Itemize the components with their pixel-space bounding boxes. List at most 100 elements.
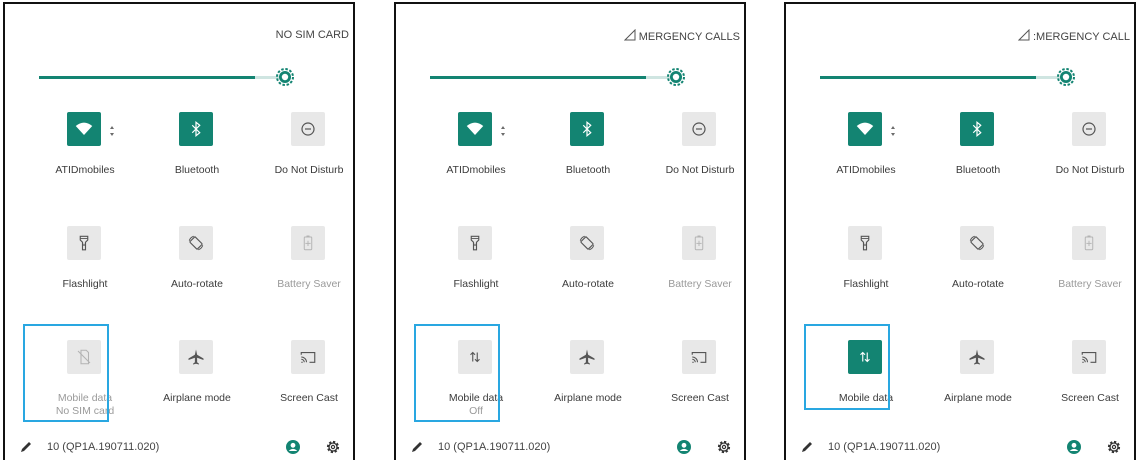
tile-label-text: Bluetooth	[565, 164, 611, 176]
screen-cast-icon[interactable]	[682, 340, 716, 374]
tile-label: ATIDmobiles	[29, 164, 141, 177]
edit-pencil-icon[interactable]	[19, 440, 33, 454]
signal-icon	[623, 28, 636, 44]
tile-screen-cast[interactable]: Screen Cast	[1034, 340, 1137, 420]
settings-gear-icon[interactable]	[716, 439, 732, 455]
tile-battery-saver[interactable]: Battery Saver	[644, 226, 756, 306]
battery-saver-icon[interactable]	[1072, 226, 1106, 260]
tile-airplane-mode[interactable]: Airplane mode	[922, 340, 1034, 420]
bluetooth-icon[interactable]	[960, 112, 994, 146]
wifi-icon[interactable]	[67, 112, 101, 146]
user-icon[interactable]	[285, 439, 301, 455]
tile-label-text: Flashlight	[843, 278, 889, 290]
tile-bluetooth[interactable]: Bluetooth	[141, 112, 253, 192]
tile-label: ATIDmobiles	[420, 164, 532, 177]
auto-rotate-icon[interactable]	[570, 226, 604, 260]
tile-do-not-disturb[interactable]: Do Not Disturb	[253, 112, 365, 192]
airplane-icon[interactable]	[179, 340, 213, 374]
tile-bluetooth[interactable]: Bluetooth	[922, 112, 1034, 192]
flashlight-icon[interactable]	[458, 226, 492, 260]
tile-label: Bluetooth	[532, 164, 644, 177]
tile-screen-cast[interactable]: Screen Cast	[644, 340, 756, 420]
wifi-icon[interactable]	[848, 112, 882, 146]
tile-flashlight[interactable]: Flashlight	[29, 226, 141, 306]
tile-auto-rotate[interactable]: Auto-rotate	[532, 226, 644, 306]
user-icon[interactable]	[676, 439, 692, 455]
auto-rotate-icon[interactable]	[179, 226, 213, 260]
expand-caret-icon[interactable]	[890, 124, 896, 136]
tile-label-text: Battery Saver	[668, 278, 732, 290]
wifi-icon[interactable]	[458, 112, 492, 146]
tile-airplane-mode[interactable]: Airplane mode	[532, 340, 644, 420]
status-text: :MERGENCY CALL	[1033, 30, 1130, 43]
do-not-disturb-icon[interactable]	[682, 112, 716, 146]
battery-saver-icon[interactable]	[682, 226, 716, 260]
quick-settings-footer: 10 (QP1A.190711.020)	[800, 436, 1128, 458]
brightness-thumb-icon[interactable]	[275, 67, 295, 87]
tile-label: Battery Saver	[1034, 278, 1137, 291]
tile-atidmobiles[interactable]: ATIDmobiles	[810, 112, 922, 192]
tile-label-text: ATIDmobiles	[446, 164, 506, 176]
tile-screen-cast[interactable]: Screen Cast	[253, 340, 365, 420]
tile-battery-saver[interactable]: Battery Saver	[253, 226, 365, 306]
build-number: 10 (QP1A.190711.020)	[438, 441, 551, 453]
tile-label-text: Battery Saver	[1058, 278, 1122, 290]
tile-auto-rotate[interactable]: Auto-rotate	[922, 226, 1034, 306]
brightness-slider[interactable]	[820, 68, 1075, 86]
brightness-slider[interactable]	[430, 68, 685, 86]
do-not-disturb-icon[interactable]	[1072, 112, 1106, 146]
tile-label: Do Not Disturb	[1034, 164, 1137, 177]
status-bar: NO SIM CARD	[276, 29, 349, 41]
tile-label-text: Flashlight	[62, 278, 108, 290]
flashlight-icon[interactable]	[67, 226, 101, 260]
tile-label-text: Screen Cast	[1061, 392, 1119, 404]
tile-flashlight[interactable]: Flashlight	[420, 226, 532, 306]
tile-airplane-mode[interactable]: Airplane mode	[141, 340, 253, 420]
do-not-disturb-icon[interactable]	[291, 112, 325, 146]
status-text: NO SIM CARD	[275, 29, 349, 41]
tile-label: Flashlight	[810, 278, 922, 291]
brightness-slider[interactable]	[39, 68, 294, 86]
bluetooth-icon[interactable]	[570, 112, 604, 146]
brightness-thumb-icon[interactable]	[666, 67, 686, 87]
settings-gear-icon[interactable]	[325, 439, 341, 455]
user-icon[interactable]	[1066, 439, 1082, 455]
screen-cast-icon[interactable]	[291, 340, 325, 374]
tile-label-text: Do Not Disturb	[665, 164, 735, 176]
edit-pencil-icon[interactable]	[410, 440, 424, 454]
tile-do-not-disturb[interactable]: Do Not Disturb	[1034, 112, 1137, 192]
brightness-thumb-icon[interactable]	[1056, 67, 1076, 87]
tile-flashlight[interactable]: Flashlight	[810, 226, 922, 306]
tile-label: Screen Cast	[644, 392, 756, 405]
settings-gear-icon[interactable]	[1106, 439, 1122, 455]
tile-do-not-disturb[interactable]: Do Not Disturb	[644, 112, 756, 192]
expand-caret-icon[interactable]	[109, 124, 115, 136]
tile-label-text: Auto-rotate	[171, 278, 223, 290]
tile-atidmobiles[interactable]: ATIDmobiles	[29, 112, 141, 192]
quick-settings-footer: 10 (QP1A.190711.020)	[19, 436, 347, 458]
airplane-icon[interactable]	[570, 340, 604, 374]
flashlight-icon[interactable]	[848, 226, 882, 260]
tile-label-text: Auto-rotate	[952, 278, 1004, 290]
quick-settings-footer: 10 (QP1A.190711.020)	[410, 436, 738, 458]
build-number: 10 (QP1A.190711.020)	[47, 441, 160, 453]
airplane-icon[interactable]	[960, 340, 994, 374]
tile-battery-saver[interactable]: Battery Saver	[1034, 226, 1137, 306]
tile-auto-rotate[interactable]: Auto-rotate	[141, 226, 253, 306]
tile-label-text: Screen Cast	[280, 392, 338, 404]
auto-rotate-icon[interactable]	[960, 226, 994, 260]
screen-cast-icon[interactable]	[1072, 340, 1106, 374]
tile-label: Screen Cast	[253, 392, 365, 405]
tile-label: Bluetooth	[141, 164, 253, 177]
battery-saver-icon[interactable]	[291, 226, 325, 260]
tile-label-text: Do Not Disturb	[1055, 164, 1125, 176]
tile-atidmobiles[interactable]: ATIDmobiles	[420, 112, 532, 192]
expand-caret-icon[interactable]	[500, 124, 506, 136]
quick-settings-panel-2: MERGENCY CALLS ATIDmobiles Bluetooth Do No…	[394, 2, 746, 460]
bluetooth-icon[interactable]	[179, 112, 213, 146]
tile-label: Do Not Disturb	[644, 164, 756, 177]
mobile-data-highlight-box	[804, 324, 890, 410]
edit-pencil-icon[interactable]	[800, 440, 814, 454]
tile-bluetooth[interactable]: Bluetooth	[532, 112, 644, 192]
tile-label-text: Do Not Disturb	[274, 164, 344, 176]
